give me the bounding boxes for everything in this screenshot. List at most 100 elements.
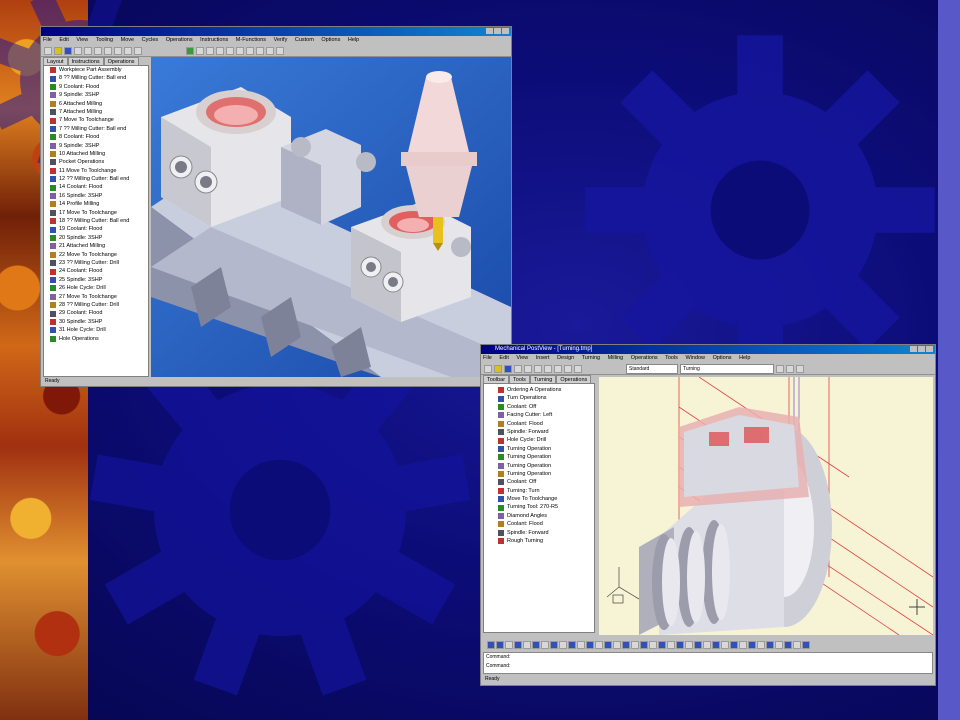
tool-icon[interactable] <box>802 641 810 649</box>
tree-item[interactable]: 31 Hole Cycle: Drill <box>50 326 148 334</box>
tree-item[interactable]: Facing Cutter: Left <box>498 411 594 419</box>
tree-item[interactable]: Hole Cycle: Drill <box>498 436 594 444</box>
3d-viewport[interactable] <box>599 377 933 635</box>
tree-item[interactable]: 25 Spindle: 3SHP <box>50 276 148 284</box>
tool-icon[interactable] <box>640 641 648 649</box>
tool-icon[interactable] <box>757 641 765 649</box>
verify-icon[interactable] <box>186 46 194 55</box>
tree-item[interactable]: 14 Profile Milling <box>50 200 148 208</box>
tree-item[interactable]: Coolant: Off <box>498 403 594 411</box>
tool-icon[interactable] <box>559 641 567 649</box>
arrow-icon[interactable] <box>226 46 234 55</box>
tree-item[interactable]: 30 Spindle: 3SHP <box>50 318 148 326</box>
tool-icon[interactable] <box>577 641 585 649</box>
menu-item[interactable]: Help <box>348 37 359 43</box>
arrow-icon[interactable] <box>206 46 214 55</box>
tool-icon[interactable] <box>631 641 639 649</box>
tool-icon[interactable] <box>532 641 540 649</box>
tool-icon[interactable] <box>703 641 711 649</box>
tree-item[interactable]: 24 Coolant: Flood <box>50 267 148 275</box>
tool-icon[interactable] <box>712 641 720 649</box>
tree-item[interactable]: Coolant: Flood <box>498 420 594 428</box>
3d-viewport[interactable] <box>151 57 511 377</box>
tree-item[interactable]: 27 Move To Toolchange <box>50 293 148 301</box>
tree-item[interactable]: Ordering A Operations <box>498 386 594 394</box>
tree-item[interactable]: 23 ?? Milling Cutter: Drill <box>50 259 148 267</box>
tree-item[interactable]: Move To Toolchange <box>498 495 594 503</box>
tool-icon[interactable] <box>586 641 594 649</box>
tree-item[interactable]: 12 ?? Milling Cutter: Ball end <box>50 175 148 183</box>
maximize-button[interactable] <box>494 28 501 34</box>
tool-icon[interactable] <box>604 641 612 649</box>
tree-item[interactable]: Diamond Angles <box>498 512 594 520</box>
tree-item[interactable]: 9 Spindle: 3SHP <box>50 91 148 99</box>
menu-item[interactable]: Tooling <box>96 37 113 43</box>
copy-icon[interactable] <box>94 46 102 55</box>
tree-item[interactable]: 7 Move To Toolchange <box>50 116 148 124</box>
tree-item[interactable]: 19 Coolant: Flood <box>50 225 148 233</box>
tree-item[interactable]: 7 ?? Milling Cutter: Ball end <box>50 125 148 133</box>
operations-tree[interactable]: Workpiece Part Assembly 8 ?? Milling Cutt… <box>43 65 149 377</box>
tool-icon[interactable] <box>667 641 675 649</box>
tool-icon[interactable] <box>748 641 756 649</box>
help-icon[interactable] <box>134 46 142 55</box>
menu-item[interactable]: M-Functions <box>236 37 266 43</box>
tool-icon[interactable] <box>514 641 522 649</box>
tool-icon[interactable] <box>784 641 792 649</box>
tool-icon[interactable] <box>766 641 774 649</box>
menu-item[interactable]: Verify <box>274 37 288 43</box>
tool-icon[interactable] <box>775 641 783 649</box>
tree-item[interactable]: Pocket Operations <box>50 158 148 166</box>
tool-icon[interactable] <box>622 641 630 649</box>
menu-item[interactable]: Edit <box>499 355 508 361</box>
menu-item[interactable]: Move <box>121 37 134 43</box>
arrow-icon[interactable] <box>196 46 204 55</box>
tree-item[interactable]: 20 Spindle: 3SHP <box>50 234 148 242</box>
tool-icon[interactable] <box>658 641 666 649</box>
tool-icon[interactable] <box>676 641 684 649</box>
tree-item[interactable]: Turning Tool: 270-R5 <box>498 503 594 511</box>
tree-item[interactable]: 6 Attached Milling <box>50 100 148 108</box>
menu-item[interactable]: View <box>76 37 88 43</box>
tree-item[interactable]: 10 Attached Milling <box>50 150 148 158</box>
tree-item[interactable]: 8 ?? Milling Cutter: Ball end <box>50 74 148 82</box>
tree-item[interactable]: 11 Move To Toolchange <box>50 167 148 175</box>
cut-icon[interactable] <box>524 364 532 373</box>
menu-item[interactable]: Design <box>557 355 574 361</box>
close-button[interactable] <box>502 28 509 34</box>
menu-item[interactable]: Tools <box>665 355 678 361</box>
menu-item[interactable]: Insert <box>536 355 550 361</box>
tool-icon[interactable] <box>685 641 693 649</box>
menu-item[interactable]: Options <box>321 37 340 43</box>
pan-icon[interactable] <box>266 46 274 55</box>
tree-item[interactable]: Workpiece Part Assembly <box>50 66 148 74</box>
window-title-bar[interactable] <box>41 27 511 36</box>
menu-item[interactable]: Instructions <box>200 37 228 43</box>
tree-item[interactable]: Hole Operations <box>50 335 148 343</box>
print-icon[interactable] <box>514 364 522 373</box>
tree-item[interactable]: Coolant: Off <box>498 478 594 486</box>
menu-item[interactable]: Options <box>713 355 732 361</box>
zoom-icon[interactable] <box>246 46 254 55</box>
cad-window-milling[interactable]: File Edit View Tooling Move Cycles Opera… <box>40 26 512 387</box>
tool-icon[interactable] <box>550 641 558 649</box>
command-area[interactable]: Command: Command: <box>483 652 933 674</box>
tree-item[interactable]: Turning Operation <box>498 470 594 478</box>
tree-item[interactable]: Turning Operation <box>498 453 594 461</box>
redo-icon[interactable] <box>564 364 572 373</box>
cad-window-turning[interactable]: Mechanical PostView - [Turning.tmp] File… <box>480 344 936 686</box>
tree-item[interactable]: 9 Spindle: 3SHP <box>50 142 148 150</box>
tool-icon[interactable] <box>613 641 621 649</box>
tree-item[interactable]: Turn Operations <box>498 394 594 402</box>
menu-item[interactable]: Help <box>739 355 750 361</box>
rotate-icon[interactable] <box>786 364 794 373</box>
tree-item[interactable]: 17 Move To Toolchange <box>50 209 148 217</box>
tool-icon[interactable] <box>496 641 504 649</box>
menu-item[interactable]: Milling <box>608 355 624 361</box>
tree-item[interactable]: Turning Operation <box>498 462 594 470</box>
menu-item[interactable]: File <box>483 355 492 361</box>
tool-icon[interactable] <box>541 641 549 649</box>
tool-icon[interactable] <box>739 641 747 649</box>
tool-icon[interactable] <box>694 641 702 649</box>
cut-icon[interactable] <box>84 46 92 55</box>
